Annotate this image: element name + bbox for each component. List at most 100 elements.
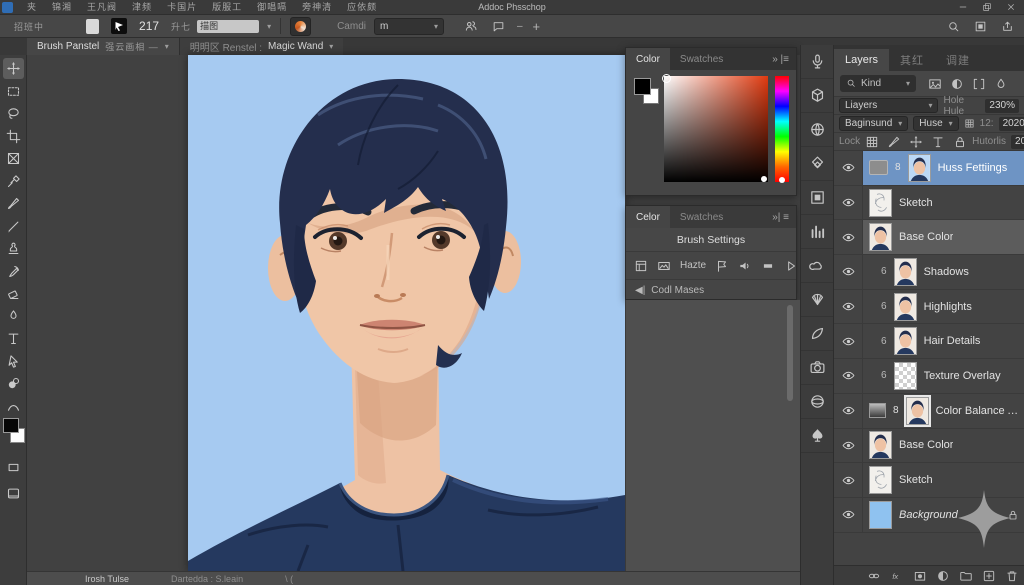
saturation-marker[interactable] bbox=[662, 74, 671, 83]
half-circle-icon[interactable] bbox=[950, 77, 964, 91]
tool-stamp[interactable] bbox=[3, 238, 24, 259]
layer-visibility-toggle[interactable] bbox=[834, 186, 863, 220]
tool-move[interactable] bbox=[3, 58, 24, 79]
dock-mic-icon[interactable] bbox=[801, 45, 834, 79]
tool-brush[interactable] bbox=[3, 193, 24, 214]
grid-icon[interactable] bbox=[964, 118, 975, 129]
layer-name[interactable]: Base Color bbox=[899, 439, 953, 451]
tool-eraser[interactable] bbox=[3, 283, 24, 304]
layer-name[interactable]: Sketch bbox=[899, 197, 933, 209]
brush-size-value[interactable]: 217 bbox=[139, 19, 159, 33]
dock-cloud-icon[interactable] bbox=[801, 249, 834, 283]
layer-name[interactable]: Base Color bbox=[899, 231, 953, 243]
tool-eyedropper[interactable] bbox=[3, 171, 24, 192]
tool-type[interactable] bbox=[3, 328, 24, 349]
layer-name[interactable]: Sketch bbox=[899, 474, 933, 486]
tool-rect-tool[interactable] bbox=[3, 457, 24, 478]
grid-icon[interactable] bbox=[865, 135, 879, 149]
bar-icon[interactable] bbox=[761, 259, 775, 273]
layer-visibility-toggle[interactable] bbox=[834, 220, 863, 254]
layer-visibility-toggle[interactable] bbox=[834, 255, 863, 289]
layer-visibility-toggle[interactable] bbox=[834, 359, 863, 393]
menu-item-8[interactable]: 应依颇 bbox=[347, 0, 377, 14]
canvas-document[interactable] bbox=[188, 55, 625, 571]
adjustment-thumbnail[interactable] bbox=[869, 403, 886, 418]
brackets-icon[interactable] bbox=[972, 77, 986, 91]
increase-button[interactable]: + bbox=[533, 19, 541, 34]
tool-pencil[interactable] bbox=[3, 216, 24, 237]
color-panel-tab-swatches[interactable]: Swatches bbox=[670, 48, 733, 70]
layers-footer-half-circle-icon[interactable] bbox=[936, 569, 950, 583]
tool-lasso[interactable] bbox=[3, 103, 24, 124]
brush-panel-tab-color[interactable]: Celor bbox=[626, 206, 670, 228]
layers-footer-folder-icon[interactable] bbox=[959, 569, 973, 583]
color-panel-tab-color[interactable]: Color bbox=[626, 48, 670, 70]
menu-item-4[interactable]: 卡国片 bbox=[167, 0, 197, 14]
menu-item-0[interactable]: 夹 bbox=[27, 0, 37, 14]
menu-item-6[interactable]: 御唱嗝 bbox=[257, 0, 287, 14]
lock-right-value[interactable]: 200% bbox=[1011, 135, 1024, 149]
comment-icon[interactable] bbox=[492, 20, 505, 33]
layer-name[interactable]: Shadows bbox=[924, 266, 969, 278]
layers-footer-link-icon[interactable] bbox=[867, 569, 881, 583]
dock-artboard-icon[interactable] bbox=[801, 181, 834, 215]
tool-curve[interactable] bbox=[3, 396, 24, 417]
dock-shell-icon[interactable] bbox=[801, 283, 834, 317]
layers-footer-mask-icon-icon[interactable] bbox=[913, 569, 927, 583]
layer-name[interactable]: Highlights bbox=[924, 301, 972, 313]
dock-diamond-icon[interactable] bbox=[801, 147, 834, 181]
layer-visibility-toggle[interactable] bbox=[834, 463, 863, 497]
type-icon[interactable] bbox=[931, 135, 945, 149]
tool-shape-blob[interactable] bbox=[3, 373, 24, 394]
layer-visibility-toggle[interactable] bbox=[834, 498, 863, 532]
size-dropdown-caret[interactable]: ▾ bbox=[267, 22, 271, 31]
layers-footer-trash-icon[interactable] bbox=[1005, 569, 1019, 583]
lock-icon[interactable] bbox=[953, 135, 967, 149]
color-sample-dot[interactable] bbox=[761, 176, 767, 182]
dock-chart-icon[interactable] bbox=[801, 215, 834, 249]
tool-presets-row[interactable]: ◀| Codl Mases bbox=[626, 280, 796, 301]
image-icon[interactable] bbox=[928, 77, 942, 91]
layer-visibility-toggle[interactable] bbox=[834, 324, 863, 358]
fill-value[interactable]: 2020S bbox=[999, 117, 1024, 131]
tool-history-brush[interactable] bbox=[3, 261, 24, 282]
landscape-icon[interactable] bbox=[657, 259, 671, 273]
move-icon[interactable] bbox=[909, 135, 923, 149]
layer-name[interactable]: Background bbox=[899, 509, 958, 521]
layer-row-3[interactable]: 6Shadows bbox=[834, 255, 1024, 290]
layer-name[interactable]: Color Balance A... bbox=[936, 405, 1019, 417]
color-panel-menu-icon[interactable]: » |≡ bbox=[772, 54, 796, 65]
tool-frame[interactable] bbox=[3, 148, 24, 169]
dock-cube-icon[interactable] bbox=[801, 79, 834, 113]
hue-marker[interactable] bbox=[779, 177, 785, 183]
dock-leaf-icon[interactable] bbox=[801, 317, 834, 351]
layer-visibility-toggle[interactable] bbox=[834, 429, 863, 463]
document-tab-1[interactable]: Brush Panstel 强云画相 — ▾ bbox=[27, 38, 179, 55]
droplet-icon[interactable] bbox=[994, 77, 1008, 91]
search-icon[interactable] bbox=[947, 20, 960, 33]
layer-mask-thumbnail[interactable] bbox=[869, 160, 888, 175]
menu-item-5[interactable]: 版服工 bbox=[212, 0, 242, 14]
menu-item-7[interactable]: 旁神清 bbox=[302, 0, 332, 14]
layer-row-6[interactable]: 6Texture Overlay bbox=[834, 359, 1024, 394]
opacity-value[interactable]: 230% bbox=[985, 99, 1019, 113]
color-wheel-button[interactable] bbox=[290, 17, 311, 36]
blend-mode-dropdown[interactable]: Baginsund▾ bbox=[839, 116, 908, 131]
menu-item-1[interactable]: 锦湘 bbox=[52, 0, 72, 14]
layer-visibility-toggle[interactable] bbox=[834, 290, 863, 324]
layer-visibility-toggle[interactable] bbox=[834, 151, 863, 185]
paths-tab[interactable]: 调建 bbox=[935, 49, 981, 71]
workspace-icon[interactable] bbox=[974, 20, 987, 33]
decrease-button[interactable]: – bbox=[517, 21, 523, 32]
layers-tab[interactable]: Layers bbox=[834, 49, 889, 71]
layer-row-7[interactable]: 8Color Balance A... bbox=[834, 394, 1024, 429]
brush-icon[interactable] bbox=[887, 135, 901, 149]
document-tab-2[interactable]: 明明区 Renstel : Magic Wand ▾ bbox=[179, 38, 343, 55]
saturation-field[interactable] bbox=[664, 76, 768, 182]
tool-preset-icon[interactable] bbox=[111, 18, 127, 34]
size-input[interactable]: 描图 bbox=[197, 20, 259, 33]
dock-globe-icon[interactable] bbox=[801, 113, 834, 147]
color-swatches-widget[interactable] bbox=[3, 418, 25, 448]
mode-dropdown[interactable]: m▾ bbox=[374, 18, 444, 35]
tool-pen[interactable] bbox=[3, 306, 24, 327]
